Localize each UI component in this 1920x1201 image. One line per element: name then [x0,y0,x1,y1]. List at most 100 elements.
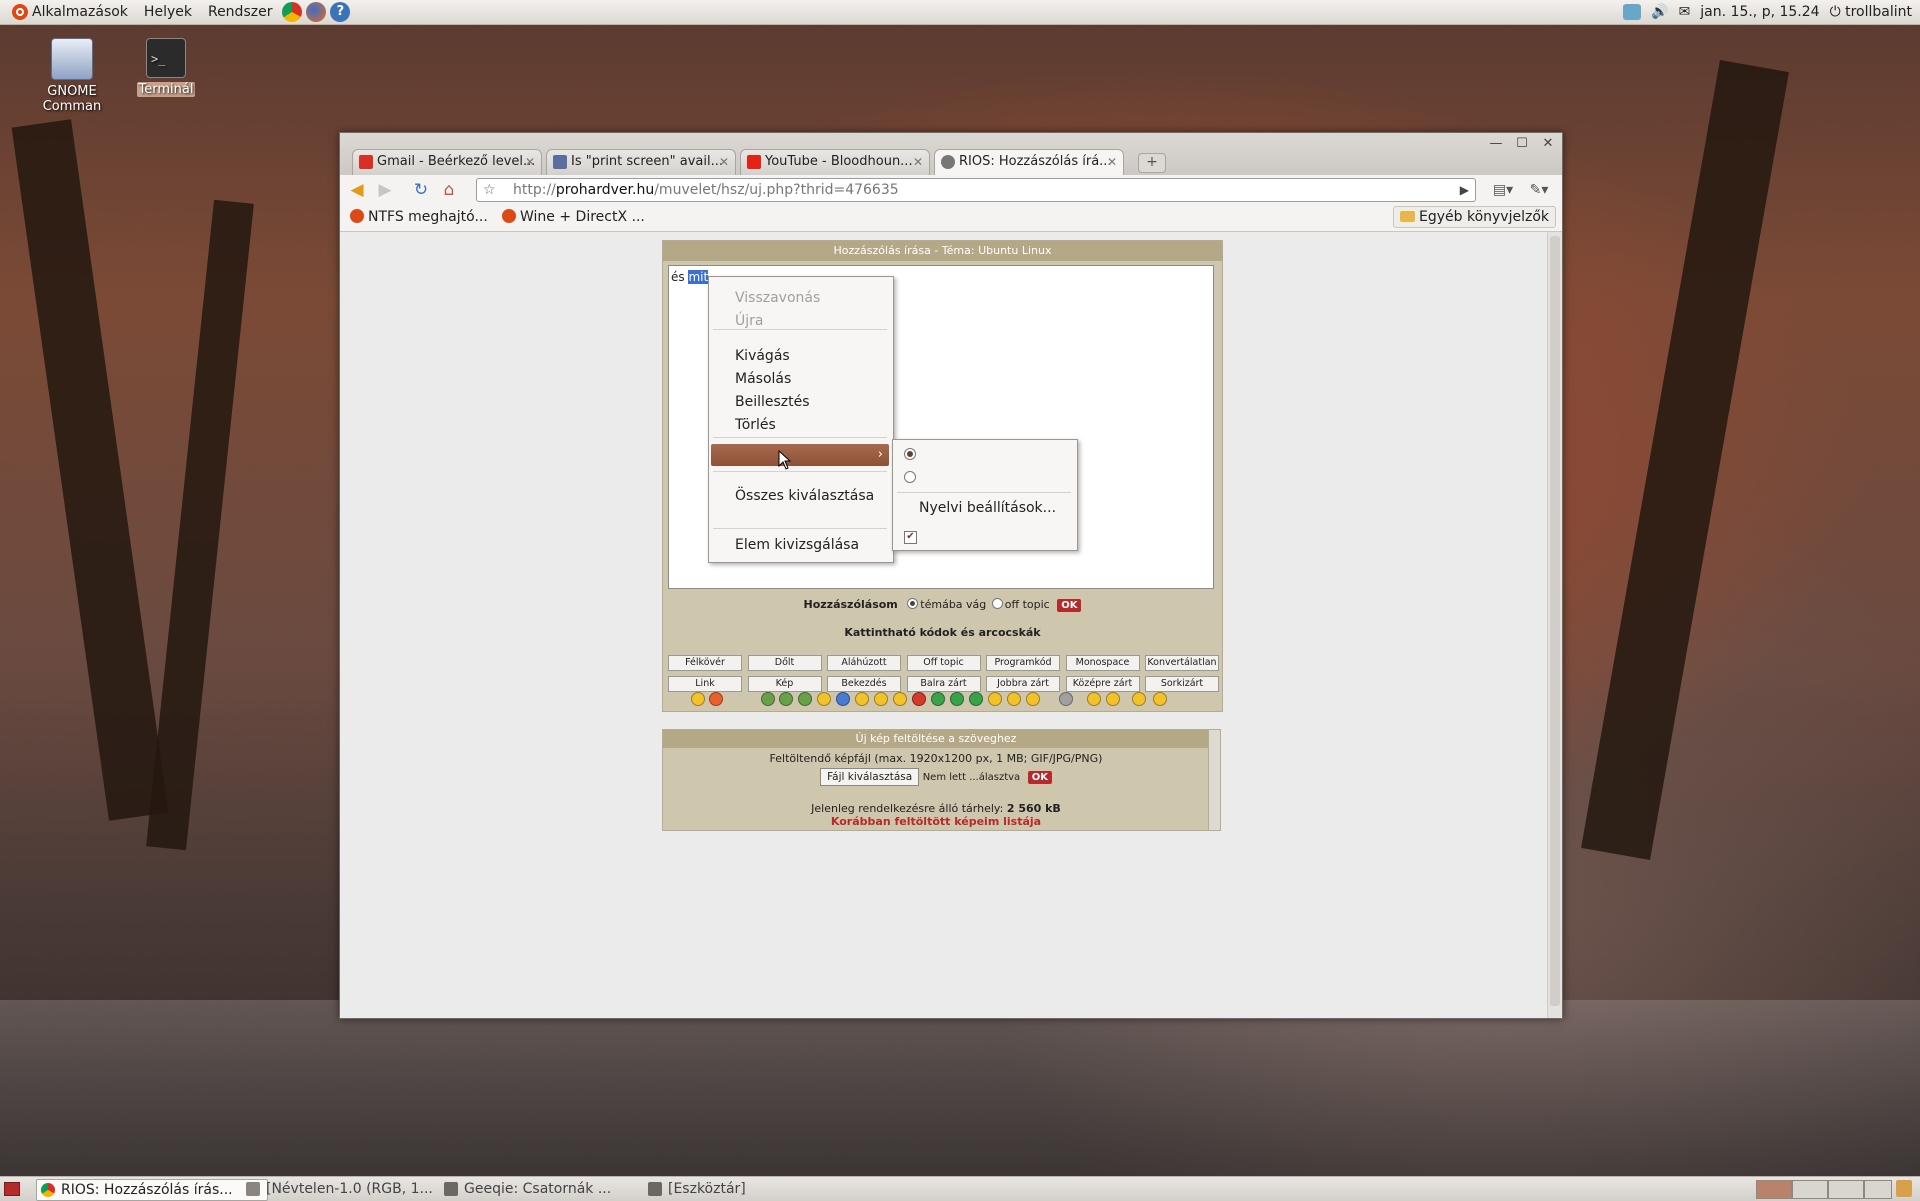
code-button[interactable]: Bekezdés [827,676,901,692]
off-topic-radio[interactable] [991,598,1003,609]
language-radio[interactable] [904,471,916,483]
menu-item-language-settings[interactable]: Nyelvi beállítások... [919,500,1056,516]
smiley-icon[interactable] [817,692,831,706]
network-icon[interactable] [1623,4,1642,20]
code-button[interactable]: Jobbra zárt [986,676,1060,692]
menu-item-cut[interactable]: Kivágás [735,348,790,364]
previous-images-link[interactable]: Korábban feltöltött képeim listája [663,815,1209,828]
workspace-1[interactable] [1756,1180,1792,1199]
smiley-icon[interactable] [798,692,812,706]
smiley-icon[interactable] [893,692,907,706]
smiley-icon[interactable] [779,692,793,706]
menu-item-delete[interactable]: Törlés [735,417,776,433]
menu-item-spellcheck-submenu[interactable]: › [711,444,889,466]
on-topic-radio[interactable] [907,598,919,609]
post-ok-button[interactable]: OK [1057,599,1082,612]
code-button[interactable]: Dőlt [747,655,822,671]
smiley-icon[interactable] [969,692,983,706]
workspace-3[interactable] [1828,1180,1864,1199]
smiley-icon[interactable] [1153,692,1167,706]
smiley-icon[interactable] [1007,692,1021,706]
smiley-icon[interactable] [950,692,964,706]
workspace-4[interactable] [1864,1180,1892,1199]
close-tab-icon[interactable]: ✕ [913,150,923,174]
code-button[interactable]: Félkövér [668,655,742,671]
menu-item-inspect[interactable]: Elem kivizsgálása [735,537,859,553]
choose-file-button[interactable]: Fájl kiválasztása [820,768,920,786]
go-icon[interactable]: ▶ [1460,179,1469,201]
smiley-icon[interactable] [1106,692,1120,706]
task-toolbox[interactable]: [Eszköztár] [644,1179,804,1199]
minimize-button[interactable]: — [1485,135,1507,153]
home-button[interactable]: ⌂ [438,179,460,201]
workspace-2[interactable] [1792,1180,1828,1199]
menu-item-select-all[interactable]: Összes kiválasztása [735,488,874,504]
mail-icon[interactable]: ✉ [1679,4,1691,20]
bookmark-wine[interactable]: Wine + DirectX ... [502,209,645,225]
menu-item-paste[interactable]: Beillesztés [735,394,810,410]
code-button[interactable]: Monospace [1065,655,1140,671]
applications-menu[interactable]: Alkalmazások [0,0,136,24]
help-icon[interactable]: ? [330,2,351,22]
smiley-icon[interactable] [691,692,705,706]
code-button[interactable]: Aláhúzott [827,655,901,671]
volume-icon[interactable]: 🔊 [1651,4,1668,20]
upload-box-scrollbar[interactable] [1208,729,1221,831]
smiley-icon[interactable] [1087,692,1101,706]
code-button[interactable]: Programkód [986,655,1060,671]
smiley-icon[interactable] [874,692,888,706]
tab-print-screen[interactable]: Is "print screen" avail... ✕ [546,149,736,175]
upload-ok-button[interactable]: OK [1027,771,1052,784]
tab-rios[interactable]: RIOS: Hozzászólás írá... ✕ [934,149,1124,175]
tab-youtube[interactable]: YouTube - Bloodhoun... ✕ [740,149,930,175]
close-tab-icon[interactable]: ✕ [1107,150,1117,174]
code-button[interactable]: Kép [747,676,822,692]
forward-button[interactable]: ▶ [374,179,396,201]
task-gimp-image[interactable]: [Névtelen-1.0 (RGB, 1... [242,1179,462,1199]
menu-item-copy[interactable]: Másolás [735,371,791,387]
address-bar[interactable]: ☆ http://prohardver.hu/muvelet/hsz/uj.ph… [476,178,1476,202]
trash-icon[interactable] [1896,1180,1912,1197]
chrome-icon[interactable] [282,2,303,22]
smiley-icon[interactable] [761,692,775,706]
close-tab-icon[interactable]: ✕ [719,150,729,174]
language-radio-selected[interactable] [904,448,916,460]
code-button[interactable]: Link [668,676,742,692]
code-button[interactable]: Középre zárt [1065,676,1140,692]
smiley-icon[interactable] [836,692,850,706]
smiley-icon[interactable] [1132,692,1146,706]
maximize-button[interactable]: ☐ [1511,135,1533,153]
close-window-button[interactable]: ✕ [1537,135,1559,153]
smiley-icon[interactable] [1026,692,1040,706]
back-button[interactable]: ◀ [346,179,368,201]
clock[interactable]: jan. 15., p, 15.24 [1700,4,1819,20]
bookmark-star-icon[interactable]: ☆ [483,179,496,201]
new-tab-button[interactable]: + [1138,153,1166,173]
smiley-icon[interactable] [988,692,1002,706]
desktop-icon-gnome-commander[interactable]: GNOME Comman [18,38,126,114]
smiley-icon[interactable] [709,692,723,706]
page-menu-icon[interactable]: ▤▾ [1488,179,1518,201]
code-button[interactable]: Off topic [906,655,981,671]
task-geeqie[interactable]: Geeqie: Csatornák ... [440,1179,660,1199]
scrollbar-thumb[interactable] [1550,236,1560,1006]
reload-button[interactable]: ↻ [410,179,432,201]
places-menu[interactable]: Helyek [136,0,200,24]
spellcheck-checkbox[interactable]: ✔ [904,531,917,544]
firefox-icon[interactable] [306,2,327,22]
smiley-icon[interactable] [1059,692,1073,706]
page-scrollbar[interactable] [1547,232,1562,1018]
desktop-icon-terminal[interactable]: >_ Terminál [112,38,220,97]
smiley-icon[interactable] [931,692,945,706]
smiley-icon[interactable] [912,692,926,706]
tab-gmail[interactable]: Gmail - Beérkező level... ✕ [352,149,542,175]
system-menu[interactable]: Rendszer [200,0,280,24]
bookmark-ntfs[interactable]: NTFS meghajtó... [350,209,488,225]
code-button[interactable]: Konvertálatlan [1145,655,1219,671]
wrench-menu-icon[interactable]: ✎▾ [1524,179,1554,201]
user-menu[interactable]: ⏻ trollbalint [1830,4,1912,20]
code-button[interactable]: Balra zárt [906,676,981,692]
close-tab-icon[interactable]: ✕ [525,150,535,174]
code-button[interactable]: Sorkizárt [1145,676,1219,692]
show-desktop-icon[interactable] [4,1182,20,1196]
